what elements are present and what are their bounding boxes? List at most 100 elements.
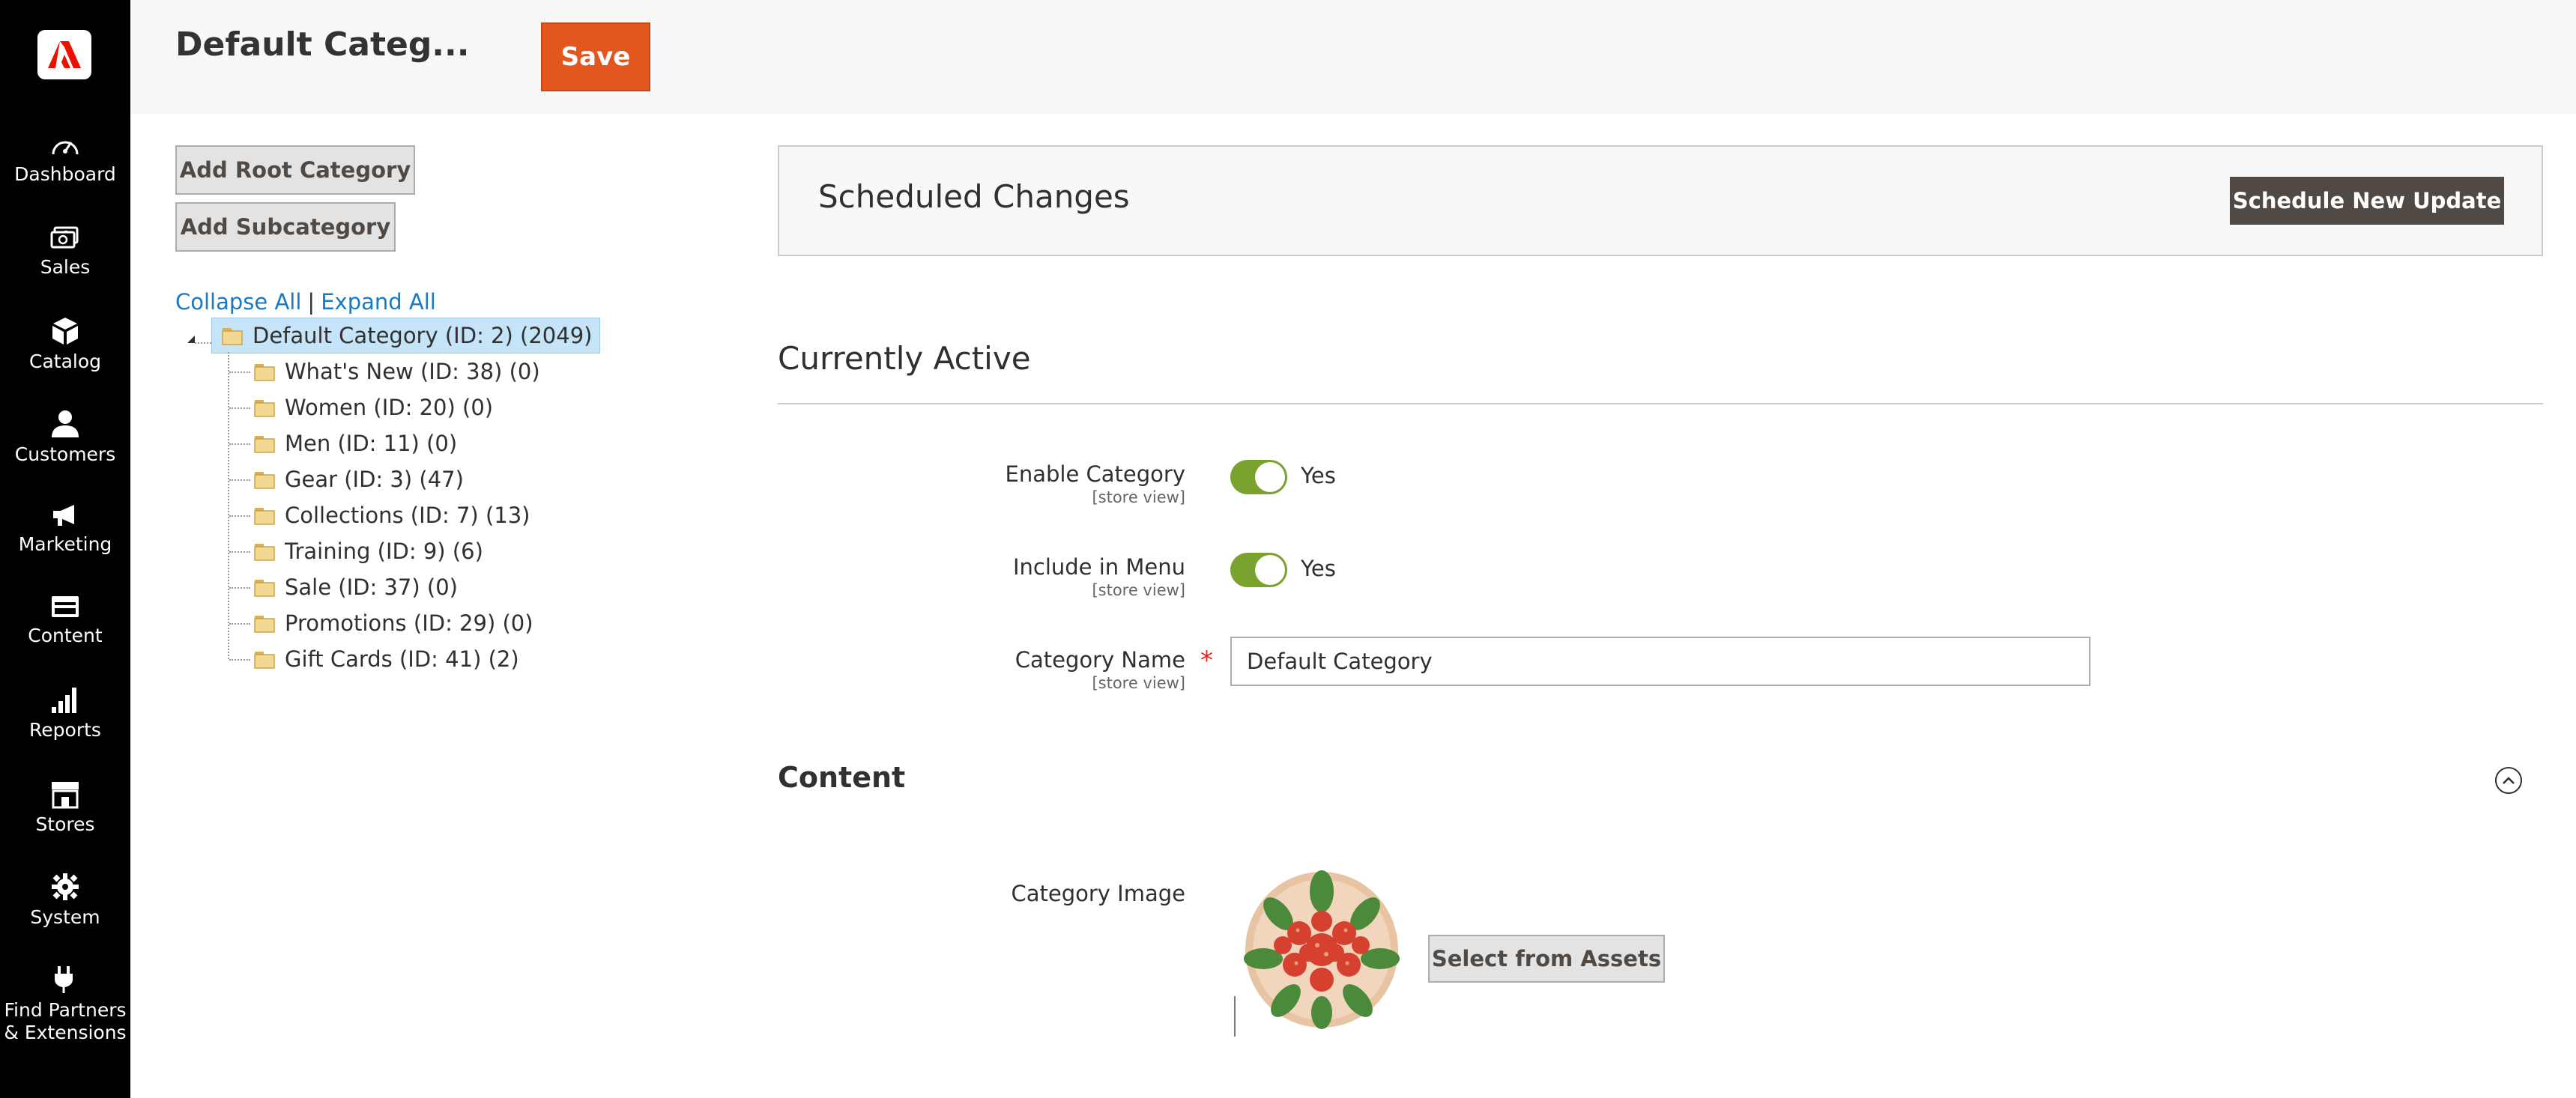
nav-stores[interactable]: Stores xyxy=(0,779,130,836)
folder-icon xyxy=(253,433,276,454)
nav-label: Reports xyxy=(29,719,101,741)
nav-label: Find Partners xyxy=(4,999,127,1021)
tree-connector xyxy=(229,659,250,661)
tree-node[interactable]: Sale (ID: 37) (0) xyxy=(253,572,458,602)
tree-node-label: What's New (ID: 38) (0) xyxy=(285,359,540,384)
nav-catalog[interactable]: Catalog xyxy=(0,316,130,373)
category-name-input[interactable]: Default Category xyxy=(1230,637,2090,686)
folder-icon xyxy=(253,649,276,670)
tree-node-label: Promotions (ID: 29) (0) xyxy=(285,610,533,636)
include-in-menu-toggle[interactable] xyxy=(1230,553,1287,587)
tree-connector xyxy=(229,443,250,445)
tree-node-label: Training (ID: 9) (6) xyxy=(285,539,483,564)
nav-customers[interactable]: Customers xyxy=(0,409,130,466)
schedule-new-update-button[interactable]: Schedule New Update xyxy=(2230,177,2504,225)
tree-node[interactable]: Training (ID: 9) (6) xyxy=(253,536,483,566)
tree-connector xyxy=(229,587,250,589)
person-icon xyxy=(52,410,79,437)
tree-expander-icon[interactable] xyxy=(183,322,213,352)
toggle-knob xyxy=(1255,462,1285,492)
nav-content[interactable]: Content xyxy=(0,593,130,647)
tree-connector xyxy=(229,407,250,409)
adobe-logo-icon[interactable] xyxy=(37,30,91,79)
add-root-category-button[interactable]: Add Root Category xyxy=(175,145,415,195)
nav-find-partners[interactable]: Find Partners & Extensions xyxy=(0,965,130,1044)
folder-icon xyxy=(221,325,244,346)
dashboard-icon xyxy=(52,141,79,155)
category-image-label: Category Image xyxy=(1011,881,1185,906)
nav-label: Sales xyxy=(40,256,91,278)
tree-node-label: Collections (ID: 7) (13) xyxy=(285,503,530,528)
tree-connector xyxy=(229,479,250,481)
folder-icon xyxy=(253,397,276,418)
nav-label: Stores xyxy=(35,813,95,835)
tree-node[interactable]: What's New (ID: 38) (0) xyxy=(253,357,540,386)
scheduled-changes-panel: Scheduled Changes Schedule New Update xyxy=(778,145,2543,256)
folder-icon xyxy=(253,613,276,634)
required-asterisk: * xyxy=(1200,646,1213,676)
category-image-preview[interactable] xyxy=(1233,869,1406,1037)
bar-chart-icon xyxy=(52,688,76,713)
chevron-up-icon[interactable] xyxy=(2495,767,2522,794)
category-name-label: Category Name xyxy=(1015,647,1185,673)
tree-node[interactable]: Men (ID: 11) (0) xyxy=(253,428,457,458)
tree-connector xyxy=(229,515,250,517)
enable-category-toggle[interactable] xyxy=(1230,460,1287,494)
tree-guide-line xyxy=(228,352,229,659)
nav-label: & Extensions xyxy=(4,1022,127,1043)
add-subcategory-button[interactable]: Add Subcategory xyxy=(175,202,396,252)
include-in-menu-scope: [store view] xyxy=(1092,581,1185,599)
section-divider xyxy=(778,403,2543,404)
tree-node-label: Women (ID: 20) (0) xyxy=(285,395,494,420)
save-button[interactable]: Save xyxy=(541,22,650,91)
enable-category-value: Yes xyxy=(1301,463,1336,488)
folder-icon xyxy=(253,469,276,490)
folder-icon xyxy=(253,361,276,382)
gear-icon xyxy=(52,873,79,900)
nav-label: Content xyxy=(28,625,103,646)
nav-label: Dashboard xyxy=(14,163,116,185)
collapse-all-link[interactable]: Collapse All xyxy=(175,289,301,315)
scheduled-changes-title: Scheduled Changes xyxy=(818,178,1130,215)
tree-node[interactable]: Promotions (ID: 29) (0) xyxy=(253,608,533,638)
folder-icon xyxy=(253,505,276,526)
tree-node[interactable]: Gift Cards (ID: 41) (2) xyxy=(253,644,519,674)
tree-connector xyxy=(229,371,250,373)
nav-dashboard[interactable]: Dashboard xyxy=(0,133,130,186)
nav-marketing[interactable]: Marketing xyxy=(0,502,130,556)
tree-node-label: Gear (ID: 3) (47) xyxy=(285,467,464,492)
tree-connector xyxy=(229,551,250,553)
nav-label: System xyxy=(30,906,100,928)
tree-links-separator: | xyxy=(307,289,315,315)
tree-node[interactable]: Collections (ID: 7) (13) xyxy=(253,500,530,530)
megaphone-icon xyxy=(53,505,74,526)
section-title-content[interactable]: Content xyxy=(778,761,905,794)
tree-controls: Collapse All | Expand All xyxy=(175,289,436,315)
admin-sidebar: Dashboard Sales Catalog Customers Market… xyxy=(0,0,130,1098)
tree-node-label: Sale (ID: 37) (0) xyxy=(285,574,458,600)
folder-icon xyxy=(253,577,276,598)
tree-connector xyxy=(229,623,250,625)
expand-all-link[interactable]: Expand All xyxy=(321,289,436,315)
enable-category-label: Enable Category xyxy=(1005,461,1185,487)
page-title: Default Categ... xyxy=(175,25,470,64)
plug-icon xyxy=(55,966,73,993)
enable-category-scope: [store view] xyxy=(1092,488,1185,506)
select-from-assets-button[interactable]: Select from Assets xyxy=(1428,935,1665,983)
nav-label: Catalog xyxy=(28,351,101,372)
nav-label: Marketing xyxy=(18,533,112,555)
layout-icon xyxy=(52,596,79,617)
tree-node-label: Gift Cards (ID: 41) (2) xyxy=(285,646,519,672)
nav-sales[interactable]: Sales xyxy=(0,225,130,279)
nav-system[interactable]: System xyxy=(0,872,130,929)
tree-node-root[interactable]: Default Category (ID: 2) (2049) xyxy=(211,318,601,354)
page-header: Default Categ... Save xyxy=(130,0,2576,114)
tree-node[interactable]: Women (ID: 20) (0) xyxy=(253,392,493,422)
category-name-scope: [store view] xyxy=(1092,674,1185,692)
tree-node[interactable]: Gear (ID: 3) (47) xyxy=(253,464,464,494)
nav-label: Customers xyxy=(14,443,116,465)
tree-node-label: Men (ID: 11) (0) xyxy=(285,431,458,456)
include-in-menu-value: Yes xyxy=(1301,556,1336,581)
nav-reports[interactable]: Reports xyxy=(0,685,130,741)
storefront-icon xyxy=(52,782,79,809)
